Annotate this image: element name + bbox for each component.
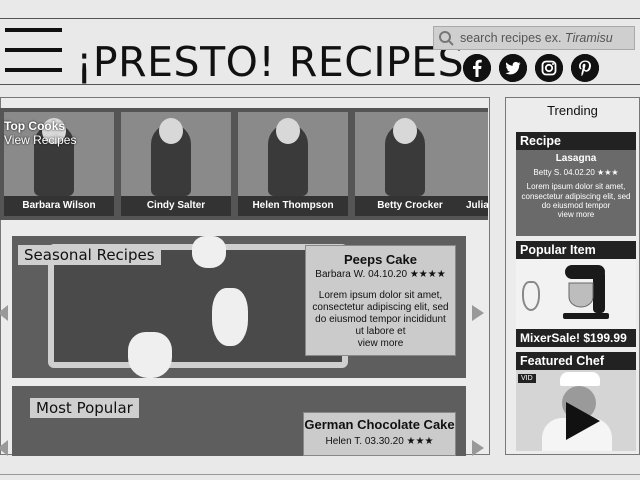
trending-recipe-card[interactable]: Recipe Lasagna Betty S. 04.02.20 ★★★ Lor… [516,132,636,236]
popular-item-card[interactable]: Popular Item MixerSale! $199.99 [516,241,636,347]
mixer-sale-caption[interactable]: MixerSale! $199.99 [516,329,636,347]
cook-name: Julia [464,196,488,216]
hamburger-menu-icon[interactable] [5,28,62,74]
cook-card[interactable]: Betty Crocker [355,112,465,216]
video-badge: VID [518,374,536,383]
peeps-cake-card[interactable]: Peeps Cake Barbara W. 04.10.20 ★★★★ Lore… [305,245,456,356]
chef-hat-image [560,372,600,386]
recipe-date: 04.10.20 [368,269,408,280]
cook-card[interactable]: Julia [464,112,488,216]
bunny-peep-image [128,332,172,378]
popular-item-header: Popular Item [516,241,636,259]
recipe-title[interactable]: Lasagna [516,154,636,164]
stand-mixer-image [563,265,609,319]
view-more-link[interactable]: view more [306,338,455,349]
search-input[interactable]: search recipes ex. Tiramisu [460,31,613,45]
rating-stars: ★★★ [406,436,434,447]
header-top-rule [0,18,640,19]
recipe-author: Barbara W. [315,269,366,280]
recipe-meta: Betty S. 04.02.20 ★★★ [516,168,636,178]
search-icon[interactable] [434,27,460,49]
most-popular-label: Most Popular [30,398,139,418]
search-placeholder: search recipes ex. [460,31,565,45]
top-cooks-heading: Top Cooks View Recipes [4,119,76,147]
view-more-link[interactable]: view more [516,210,636,220]
recipe-meta: Barbara W. 04.10.20 ★★★★ [306,269,455,280]
recipe-date: 04.02.20 [563,168,595,177]
recipe-author: Betty S. [533,168,562,177]
pinterest-icon[interactable] [571,54,599,82]
search-bar[interactable]: search recipes ex. Tiramisu [433,26,635,50]
cook-name: Helen Thompson [238,196,348,216]
search-example: Tiramisu [564,31,613,45]
rating-stars: ★★★★ [409,269,446,280]
twitter-icon[interactable] [499,54,527,82]
seasonal-recipes-label: Seasonal Recipes [18,245,161,265]
recipe-meta: Helen T. 03.30.20 ★★★ [304,436,455,447]
carousel-prev-arrow-icon[interactable] [0,305,8,321]
cook-card[interactable]: Cindy Salter [121,112,231,216]
rating-stars: ★★★ [597,168,619,177]
carousel-next-arrow-icon[interactable] [472,305,484,321]
cook-card[interactable]: Helen Thompson [238,112,348,216]
recipe-header: Recipe [516,132,636,150]
cook-name: Betty Crocker [355,196,465,216]
carousel-next-arrow-icon[interactable] [472,440,484,456]
page: ¡PRESTO! RECIPES search recipes ex. Tira… [0,0,640,480]
trending-title: Trending [547,103,598,118]
recipe-title[interactable]: Peeps Cake [306,252,455,267]
whisk-icon [522,281,540,311]
carousel-prev-arrow-icon[interactable] [0,440,8,456]
recipe-date: 03.30.20 [364,436,404,447]
recipe-description: Lorem ipsum dolor sit amet, consectetur … [521,182,631,210]
facebook-icon[interactable] [463,54,491,82]
bunny-peep-image [212,288,248,346]
play-icon[interactable] [564,400,602,442]
top-cooks-title: Top Cooks [4,119,66,133]
cook-name: Barbara Wilson [4,196,114,216]
footer-rule [0,474,640,475]
german-chocolate-cake-card[interactable]: German Chocolate Cake Helen T. 03.30.20 … [303,412,456,456]
recipe-author: Helen T. [325,436,363,447]
cook-name: Cindy Salter [121,196,231,216]
view-recipes-link[interactable]: View Recipes [4,133,76,147]
site-title[interactable]: ¡PRESTO! RECIPES [76,38,464,86]
recipe-description: Lorem ipsum dolor sit amet, consectetur … [312,290,449,337]
featured-chef-card[interactable]: Featured Chef VID [516,352,636,451]
instagram-icon[interactable] [535,54,563,82]
bunny-peep-image [192,236,226,268]
featured-chef-header: Featured Chef [516,352,636,370]
recipe-title[interactable]: German Chocolate Cake [304,417,455,432]
